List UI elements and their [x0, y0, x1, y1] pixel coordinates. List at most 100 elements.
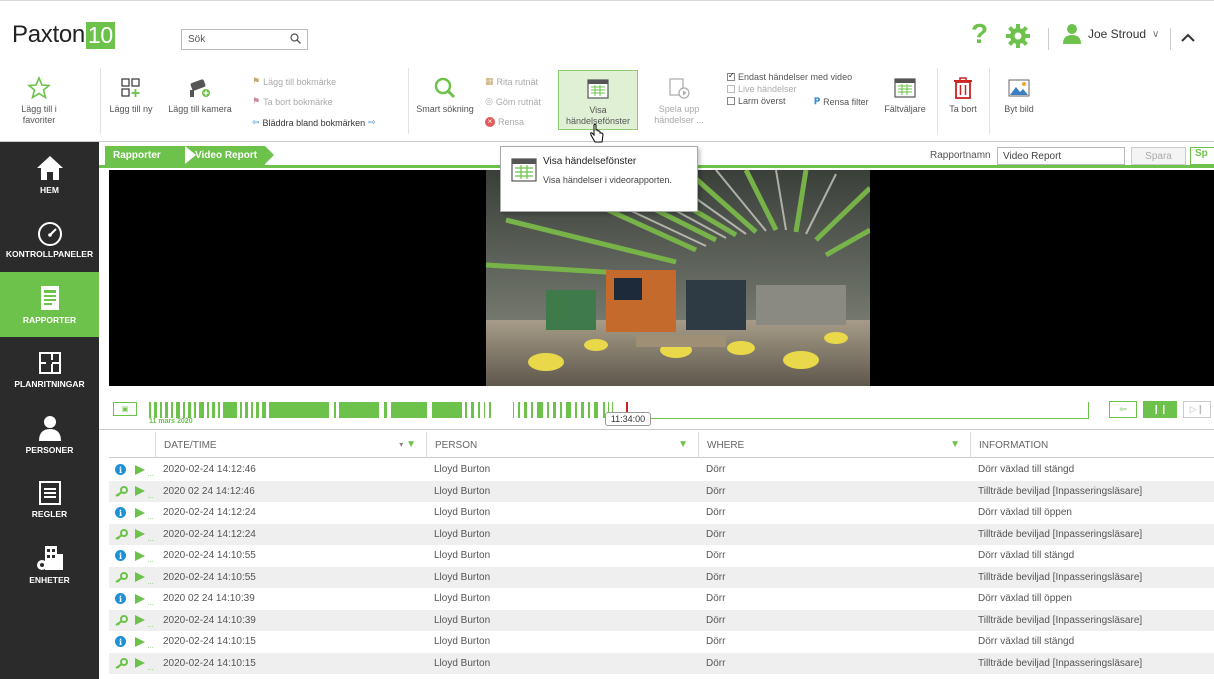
- table-row[interactable]: i … 2020-02-24 14:10:15 Lloyd Burton Dörr Dör…: [109, 631, 1214, 653]
- filter-icon[interactable]: ▼: [950, 439, 960, 450]
- nav-floorplans[interactable]: PLANRITNINGAR: [0, 337, 99, 402]
- table-row[interactable]: … 2020-02-24 14:10:55 Lloyd Burton Dörr Till…: [109, 566, 1214, 588]
- only-events-with-video-checkbox[interactable]: Endast händelser med video: [727, 71, 852, 82]
- step-forward-button[interactable]: ▷❙: [1183, 401, 1211, 418]
- search-icon[interactable]: [290, 32, 301, 47]
- user-icon: [1063, 24, 1081, 44]
- table-row[interactable]: i … 2020-02-24 14:10:55 Lloyd Burton Dörr Dör…: [109, 545, 1214, 567]
- add-bookmark-button[interactable]: ⚑ Lägg till bokmärke: [252, 76, 336, 87]
- nav-home-label: HEM: [40, 185, 59, 195]
- report-name-input[interactable]: Video Report: [997, 147, 1125, 165]
- nav-people[interactable]: PERSONER: [0, 402, 99, 467]
- nav-devices[interactable]: ENHETER: [0, 532, 99, 597]
- play-events-button[interactable]: Spela upp händelser ...: [652, 74, 706, 126]
- column-header-datetime[interactable]: DATE/TIME ▾ ▼: [155, 432, 426, 458]
- table-row[interactable]: … 2020-02-24 14:10:15 Lloyd Burton Dörr Till…: [109, 652, 1214, 675]
- filter-icon[interactable]: ▼: [678, 439, 688, 450]
- ribbon-divider: [100, 68, 101, 134]
- table-row[interactable]: i … 2020-02-24 14:12:24 Lloyd Burton Dörr Dör…: [109, 502, 1214, 524]
- column-header-where[interactable]: WHERE ▼: [698, 432, 970, 458]
- more-icon: …: [147, 514, 154, 521]
- clear-grid-button[interactable]: × Rensa: [485, 117, 524, 127]
- cell-where: Dörr: [706, 507, 726, 519]
- add-grid-icon: [119, 74, 143, 102]
- remove-bookmark-button[interactable]: ⚑ Ta bort bokmärke: [252, 96, 333, 107]
- save-as-button[interactable]: Sp: [1190, 147, 1214, 165]
- cell-where: Dörr: [706, 550, 726, 562]
- collapse-ribbon-icon[interactable]: [1181, 27, 1195, 48]
- help-icon[interactable]: ?: [971, 19, 988, 49]
- key-icon: [115, 524, 129, 546]
- column-information-label: INFORMATION: [979, 439, 1049, 451]
- key-icon: [115, 610, 129, 632]
- add-new-button[interactable]: Lägg till ny: [103, 74, 159, 115]
- person-icon: [38, 416, 61, 441]
- column-header-person[interactable]: PERSON ▼: [426, 432, 698, 458]
- table-row[interactable]: … 2020-02-24 14:10:39 Lloyd Burton Dörr Till…: [109, 609, 1214, 632]
- clear-icon: ×: [485, 117, 495, 127]
- browse-bookmarks-button[interactable]: ⇦ Bläddra bland bokmärken ⇨: [252, 117, 376, 128]
- events-table-body: i … 2020-02-24 14:12:46 Lloyd Burton Dörr Dör…: [109, 459, 1214, 674]
- show-event-window-button[interactable]: Visa händelsefönster: [558, 70, 638, 130]
- camera-icon: [187, 74, 213, 102]
- cell-person: Lloyd Burton: [434, 528, 491, 540]
- breadcrumb-reports[interactable]: Rapporter: [105, 146, 196, 165]
- smart-search-button[interactable]: Smart sökning: [413, 74, 477, 115]
- hand-cursor-icon: [589, 124, 605, 147]
- change-image-button[interactable]: Byt bild: [995, 74, 1043, 115]
- search-placeholder: Sök: [188, 34, 206, 45]
- info-icon: i: [115, 502, 129, 524]
- cell-where: Dörr: [706, 571, 726, 583]
- cell-info: Dörr växlad till stängd: [978, 550, 1075, 562]
- more-icon: …: [147, 643, 154, 650]
- field-picker-button[interactable]: Fältväljare: [880, 74, 930, 115]
- live-events-checkbox[interactable]: Live händelser: [727, 84, 797, 94]
- nav-devices-label: ENHETER: [29, 575, 70, 585]
- info-icon: i: [115, 588, 129, 610]
- key-icon: [115, 653, 129, 675]
- bookmark-add-icon: ⚑: [252, 76, 261, 86]
- table-row[interactable]: i … 2020-02-24 14:12:46 Lloyd Burton Dörr Dör…: [109, 459, 1214, 481]
- add-to-favorites-button[interactable]: Lägg till i favoriter: [10, 74, 68, 126]
- table-row[interactable]: … 2020 02 24 14:12:46 Lloyd Burton Dörr Till…: [109, 480, 1214, 503]
- arrow-right-icon: ⇨: [368, 117, 376, 127]
- pause-button[interactable]: ❙❙: [1143, 401, 1177, 418]
- key-icon: [115, 481, 129, 503]
- nav-reports[interactable]: RAPPORTER: [0, 272, 99, 337]
- cell-datetime: 2020-02-24 14:10:39: [163, 614, 256, 626]
- nav-home[interactable]: HEM: [0, 142, 99, 207]
- draw-grid-button[interactable]: ▦ Rita rutnät: [485, 76, 538, 87]
- nav-dashboards[interactable]: KONTROLLPANELER: [0, 207, 99, 272]
- gear-icon[interactable]: [1005, 23, 1031, 49]
- cell-where: Dörr: [706, 464, 726, 476]
- video-timeline[interactable]: ▣ 11 mars 2020 11:34:00 ⇦ ❙❙ ▷❙: [99, 388, 1214, 430]
- add-new-label: Lägg till ny: [109, 104, 153, 114]
- more-icon: …: [147, 535, 154, 543]
- event-density-bar[interactable]: [149, 402, 619, 418]
- more-icon: …: [147, 471, 154, 478]
- info-icon: i: [115, 631, 129, 653]
- clear-filter-button[interactable]: 𝚸 Rensa filter: [814, 96, 869, 107]
- info-icon: i: [115, 459, 129, 481]
- alarms-top-checkbox[interactable]: Larm överst: [727, 96, 786, 106]
- add-camera-button[interactable]: Lägg till kamera: [165, 74, 235, 115]
- column-header-information[interactable]: INFORMATION: [970, 432, 1214, 458]
- add-camera-label: Lägg till kamera: [168, 104, 232, 114]
- cell-where: Dörr: [706, 593, 726, 605]
- more-icon: …: [147, 664, 154, 672]
- sort-filter-icon[interactable]: ▾ ▼: [399, 439, 416, 450]
- breadcrumb-video-report[interactable]: Video Report: [185, 146, 274, 165]
- user-menu[interactable]: Joe Stroud ∨: [1062, 23, 1159, 45]
- camera-toggle-icon[interactable]: ▣: [113, 402, 137, 416]
- hide-grid-button[interactable]: ◎ Göm rutnät: [485, 96, 541, 107]
- table-row[interactable]: i … 2020 02 24 14:10:39 Lloyd Burton Dörr Dör…: [109, 588, 1214, 610]
- cell-where: Dörr: [706, 614, 726, 626]
- nav-rules[interactable]: REGLER: [0, 467, 99, 532]
- rewind-button[interactable]: ⇦: [1109, 401, 1137, 418]
- clear-label: Rensa: [498, 117, 525, 127]
- save-button[interactable]: Spara: [1131, 147, 1186, 165]
- search-input[interactable]: Sök: [181, 29, 308, 50]
- info-icon: i: [115, 545, 129, 567]
- delete-button[interactable]: Ta bort: [943, 74, 983, 115]
- table-row[interactable]: … 2020-02-24 14:12:24 Lloyd Burton Dörr Till…: [109, 523, 1214, 546]
